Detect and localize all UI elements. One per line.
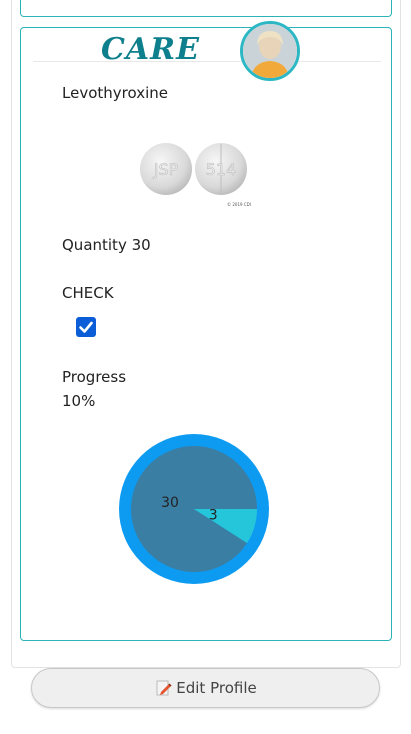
checkmark-icon xyxy=(79,321,93,333)
medication-name: Levothyroxine xyxy=(62,84,168,102)
avatar-photo xyxy=(243,24,297,78)
user-avatar[interactable] xyxy=(240,21,300,81)
pie-label-30: 30 xyxy=(161,495,179,511)
header-divider xyxy=(33,61,381,62)
check-checkbox[interactable] xyxy=(76,317,96,337)
pill-image-caption: © 2019 CDI xyxy=(227,202,251,207)
previous-medication-card xyxy=(20,0,392,17)
progress-value: 10% xyxy=(62,392,96,410)
check-label: CHECK xyxy=(62,284,114,302)
pill-imprint-left: JSP xyxy=(153,160,179,179)
medication-card: CARE Levothyroxine JSP 514 © 2019 CDI Qu… xyxy=(20,21,392,641)
pencil-icon xyxy=(156,680,172,696)
progress-pie-chart: 30 3 xyxy=(119,434,269,584)
edit-profile-button[interactable]: Edit Profile xyxy=(31,668,380,708)
pie-label-3: 3 xyxy=(209,508,218,524)
pill-imprint-right: 514 xyxy=(206,160,237,179)
pill-image: JSP 514 © 2019 CDI xyxy=(139,140,251,210)
quantity-label: Quantity 30 xyxy=(62,236,151,254)
edit-profile-label: Edit Profile xyxy=(176,679,257,697)
brand-logo: CARE xyxy=(101,32,200,67)
progress-label: Progress xyxy=(62,368,127,386)
